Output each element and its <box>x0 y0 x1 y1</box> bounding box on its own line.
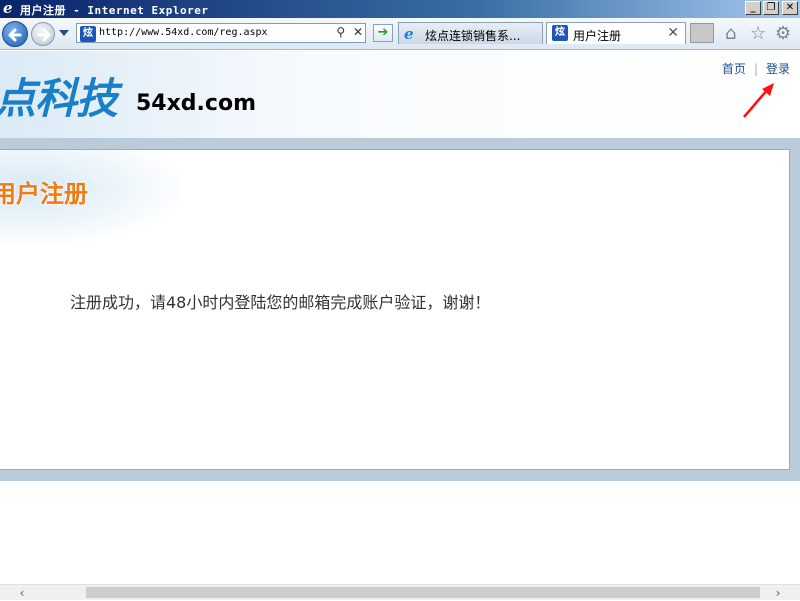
search-icon[interactable]: ⚲ <box>336 25 345 39</box>
tab-label: 炫点连锁销售系... <box>425 29 521 43</box>
window-title: 用户注册 - Internet Explorer <box>20 4 209 17</box>
horizontal-scrollbar[interactable]: ‹ › <box>0 584 800 600</box>
tab-user-registration[interactable]: 炫 用户注册 ✕ <box>546 22 686 44</box>
close-tab-icon[interactable]: ✕ <box>667 25 679 41</box>
address-bar[interactable]: 炫 http://www.54xd.com/reg.aspx ⚲ ✕ <box>76 23 366 43</box>
forward-button[interactable] <box>31 22 55 46</box>
recent-pages-dropdown-icon[interactable] <box>59 30 69 36</box>
settings-gear-icon[interactable]: ⚙ <box>775 25 791 43</box>
site-header: 点科技 54xd.com 首页 | 登录 <box>0 51 800 138</box>
restore-button[interactable]: ❐ <box>763 1 779 15</box>
section-title: 用户注册 <box>0 180 88 208</box>
login-link[interactable]: 登录 <box>766 62 790 76</box>
brand-domain: 54xd.com <box>136 91 256 116</box>
scroll-left-icon[interactable]: ‹ <box>14 585 30 601</box>
registration-panel: 用户注册 注册成功，请48小时内登陆您的邮箱完成账户验证，谢谢！ <box>0 149 790 470</box>
site-favicon-icon: 炫 <box>80 26 96 42</box>
success-message: 注册成功，请48小时内登陆您的邮箱完成账户验证，谢谢！ <box>70 293 491 312</box>
go-button[interactable]: ➔ <box>373 24 393 42</box>
top-links: 首页 | 登录 <box>722 60 790 77</box>
site-favicon-icon: 炫 <box>552 25 568 41</box>
back-arrow-icon <box>8 28 22 42</box>
back-button[interactable] <box>2 21 28 47</box>
ie-logo-icon: e <box>3 0 13 17</box>
refresh-icon[interactable]: ✕ <box>353 25 363 39</box>
window-title-bar[interactable]: e 用户注册 - Internet Explorer _ ❐ ✕ <box>0 0 800 18</box>
red-arrow-annotation-icon <box>743 83 774 118</box>
forward-arrow-icon <box>37 28 51 42</box>
ie-icon: e <box>404 25 414 43</box>
address-url[interactable]: http://www.54xd.com/reg.aspx <box>99 27 268 38</box>
home-icon[interactable]: ⌂ <box>725 25 736 43</box>
minimize-button[interactable]: _ <box>745 1 761 15</box>
link-divider: | <box>753 62 758 76</box>
web-page: 点科技 54xd.com 首页 | 登录 用户注册 注册成功，请48小时内登陆您的邮… <box>0 51 800 584</box>
new-tab-button[interactable] <box>690 23 714 43</box>
scrollbar-thumb[interactable] <box>86 587 760 598</box>
tab-label: 用户注册 <box>573 29 622 43</box>
brand-logo-text: 点科技 <box>0 74 118 123</box>
favorites-star-icon[interactable]: ☆ <box>750 25 766 43</box>
tab-sales-system[interactable]: e 炫点连锁销售系... <box>398 22 543 44</box>
navigation-bar: 炫 http://www.54xd.com/reg.aspx ⚲ ✕ ➔ e 炫… <box>0 18 800 50</box>
close-window-button[interactable]: ✕ <box>782 1 798 15</box>
content-frame: 用户注册 注册成功，请48小时内登陆您的邮箱完成账户验证，谢谢！ <box>0 138 800 481</box>
home-link[interactable]: 首页 <box>722 62 746 76</box>
scroll-right-icon[interactable]: › <box>770 585 786 601</box>
